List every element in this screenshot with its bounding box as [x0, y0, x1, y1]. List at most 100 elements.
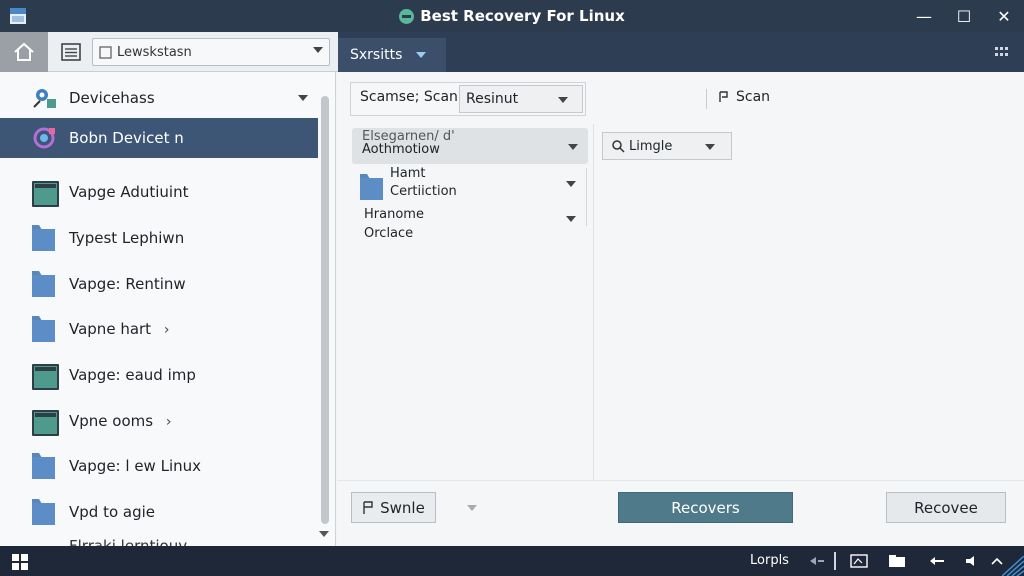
- device-gear-icon: [33, 127, 55, 149]
- sidebar-item-label: Typest Lephiwn: [69, 229, 185, 247]
- arrows-icon[interactable]: [928, 554, 946, 568]
- sidebar-scrollbar[interactable]: [321, 96, 329, 524]
- sidebar-item-folder[interactable]: Vapge: l ew Linux: [0, 446, 318, 486]
- result-select[interactable]: Resinut: [459, 85, 583, 113]
- window-title-text: Best Recovery For Linux: [420, 7, 625, 25]
- drive-icon: [32, 410, 59, 436]
- sidebar: Devicehass Bobn Devicet n Vapge Adutiuin…: [0, 72, 336, 546]
- mode-select-value: Limgle: [629, 138, 673, 154]
- sidebar-item-device-selected[interactable]: Bobn Devicet n: [0, 118, 318, 158]
- chevron-down-icon: [558, 97, 568, 103]
- chevron-right-icon[interactable]: ›: [164, 322, 170, 338]
- title-bar: Best Recovery For Linux — ☐ ✕: [0, 0, 1024, 32]
- list-icon: [61, 43, 81, 61]
- tree-item-subtitle: Orclace: [364, 226, 414, 241]
- scan-link[interactable]: Scan: [718, 89, 770, 105]
- chevron-down-icon[interactable]: [566, 181, 576, 187]
- sidebar-item-folder[interactable]: Vapne hart ›: [0, 309, 318, 349]
- scan-link-label: Scan: [736, 89, 771, 105]
- sidebar-item-label: Vpne ooms: [69, 412, 154, 430]
- brand-logo-icon: [399, 8, 415, 24]
- tree-item[interactable]: Hamt Certiiction: [360, 166, 586, 202]
- taskbar-label[interactable]: Lorpls: [750, 553, 789, 568]
- folder-icon: [32, 316, 59, 342]
- recovee-button[interactable]: Recovee: [886, 492, 1006, 523]
- scroll-down-icon[interactable]: [319, 531, 329, 537]
- sidebar-item-label: Vapge: eaud imp: [69, 366, 196, 384]
- folder-icon: [32, 225, 59, 251]
- tree-item-subtitle: Certiiction: [390, 184, 457, 199]
- start-menu-icon[interactable]: [12, 554, 28, 570]
- chevron-down-icon: [568, 144, 578, 150]
- drive-icon: [32, 364, 59, 390]
- sidebar-item-label: Vapne hart: [69, 320, 152, 338]
- mode-select[interactable]: Limgle: [602, 132, 732, 160]
- drive-icon: [32, 181, 59, 207]
- sidebar-item-label: Vapge: Rentinw: [69, 275, 186, 293]
- sidebar-item-label: Devicehass: [69, 89, 155, 107]
- sidebar-item-drive[interactable]: Vapge Adutiuint: [0, 172, 318, 212]
- sidebar-item-folder[interactable]: Vpd to agie: [0, 492, 318, 532]
- tab-settings[interactable]: Sxrsitts: [338, 38, 446, 72]
- taskbar: Lorpls: [0, 546, 1024, 576]
- column-divider: [593, 124, 594, 480]
- home-button[interactable]: [0, 32, 48, 72]
- divider: [337, 480, 1024, 481]
- devices-icon: [33, 89, 56, 108]
- maximize-button[interactable]: ☐: [944, 0, 984, 32]
- folder-icon: [32, 271, 59, 297]
- volume-icon[interactable]: [964, 554, 982, 568]
- chevron-down-icon[interactable]: [467, 505, 477, 511]
- folder-icon[interactable]: [888, 554, 906, 568]
- sidebar-item-label-wrap: Vpne ooms ›: [69, 412, 171, 430]
- display-icon[interactable]: [850, 554, 868, 568]
- swile-button-label: Swnle: [380, 498, 425, 517]
- resize-grip-icon[interactable]: [1002, 556, 1024, 576]
- window-title: Best Recovery For Linux: [0, 0, 1024, 32]
- recover-button[interactable]: Recovers: [618, 492, 793, 523]
- chevron-down-icon[interactable]: [298, 95, 308, 101]
- result-select-value: Resinut: [466, 91, 519, 107]
- sidebar-item-folder[interactable]: Typest Lephiwn: [0, 218, 318, 258]
- folder-icon: [360, 174, 383, 200]
- sidebar-item-partial[interactable]: Flrraki lerntiouv: [69, 537, 187, 546]
- grid-menu-icon[interactable]: [995, 47, 1009, 59]
- minimize-button[interactable]: —: [904, 0, 944, 32]
- sidebar-item-drive[interactable]: Vpne ooms ›: [0, 401, 318, 441]
- network-icon[interactable]: [808, 554, 826, 568]
- sidebar-item-label-wrap: Vapne hart ›: [69, 320, 169, 338]
- folder-icon: [32, 499, 59, 525]
- group-selector[interactable]: Elsegarnen/ d' Aothmotiow: [352, 128, 588, 164]
- sidebar-item-label: Bobn Devicet n: [69, 129, 184, 147]
- search-icon: [99, 45, 112, 59]
- tree-item[interactable]: Hranome Orclace: [364, 207, 586, 243]
- chevron-down-icon: [705, 144, 715, 150]
- swile-button[interactable]: Swnle: [351, 492, 436, 523]
- divider: [706, 89, 707, 109]
- scan-label: Scamse; Scan: [360, 89, 458, 105]
- location-text: Lewskstasn: [117, 44, 192, 60]
- chevron-down-icon[interactable]: [313, 47, 323, 53]
- list-view-button[interactable]: [58, 41, 84, 63]
- group-label: Aothmotiow: [362, 142, 440, 157]
- tree-item-title: Hranome: [364, 207, 424, 222]
- location-input[interactable]: Lewskstasn: [92, 38, 330, 66]
- scan-icon: [719, 91, 728, 102]
- sidebar-item-label: Vapge: l ew Linux: [69, 457, 201, 475]
- close-button[interactable]: ✕: [984, 0, 1024, 32]
- sidebar-item-label: Vapge Adutiuint: [69, 183, 189, 201]
- folder-icon: [32, 453, 59, 479]
- sidebar-item-label: Vpd to agie: [69, 503, 156, 521]
- chevron-right-icon[interactable]: ›: [166, 414, 172, 430]
- sidebar-item-drive[interactable]: Vapge: eaud imp: [0, 355, 318, 395]
- chevron-down-icon: [416, 52, 427, 58]
- sidebar-item-devices[interactable]: Devicehass: [0, 78, 318, 118]
- home-icon: [14, 42, 34, 61]
- sidebar-item-folder[interactable]: Vapge: Rentinw: [0, 264, 318, 304]
- taskbar-divider: [834, 552, 836, 570]
- chevron-down-icon[interactable]: [566, 216, 576, 222]
- divider: [586, 168, 587, 226]
- flag-icon: [363, 500, 373, 514]
- tree-item-title: Hamt: [390, 166, 426, 181]
- tab-label: Sxrsitts: [350, 47, 403, 63]
